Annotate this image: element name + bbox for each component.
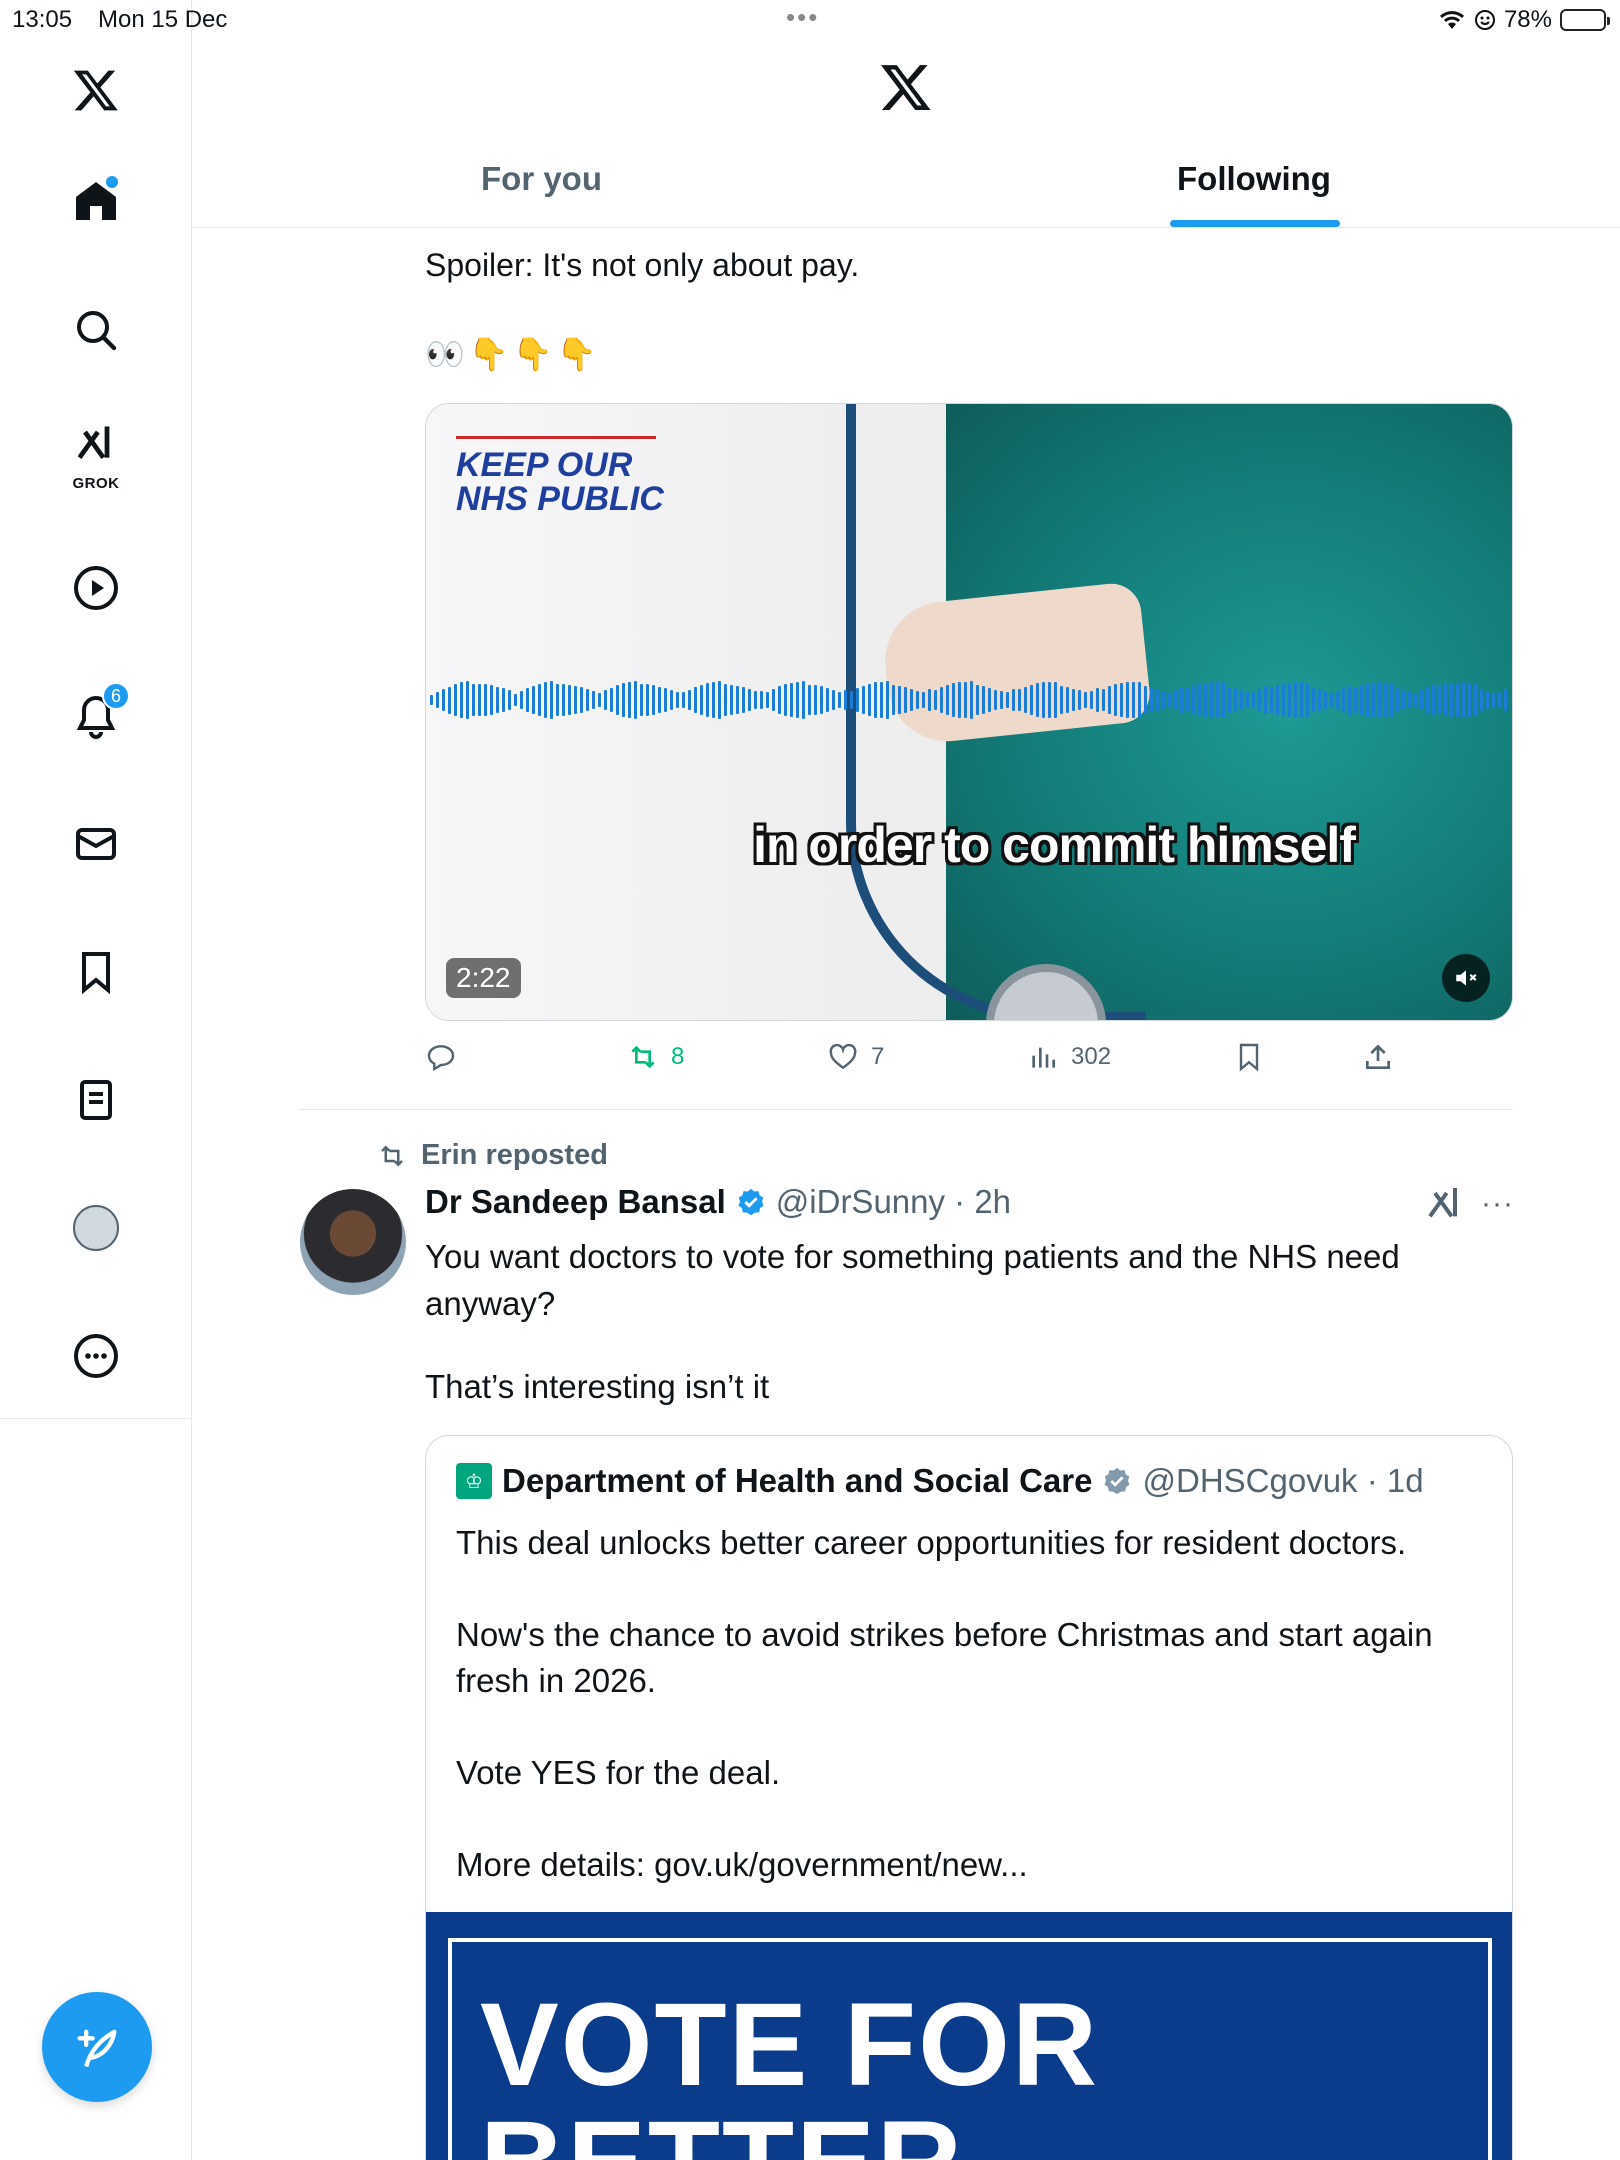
lists-icon[interactable] xyxy=(60,1064,132,1136)
image-headline: VOTE FOR BETTER xyxy=(480,1979,1100,2160)
tweet-text: Spoiler: It's not only about pay. xyxy=(425,247,860,283)
notifications-badge: 6 xyxy=(102,682,130,710)
battery-percent: 78% xyxy=(1503,6,1552,33)
profile-avatar-circle xyxy=(73,1205,119,1251)
tab-for-you[interactable]: For you xyxy=(481,160,602,198)
tweet-author-line: Dr Sandeep Bansal @iDrSunny · 2h xyxy=(425,1183,1011,1221)
views-chart-icon xyxy=(1032,1047,1055,1068)
grok-icon[interactable]: GROK xyxy=(60,414,132,492)
tweet-actions: 8 7 302 xyxy=(425,1041,1425,1081)
sidebar-divider xyxy=(0,1418,192,1419)
share-icon xyxy=(1366,1044,1390,1069)
views-count: 302 xyxy=(1071,1043,1112,1070)
author-avatar[interactable] xyxy=(300,1189,406,1295)
author-name[interactable]: Dr Sandeep Bansal xyxy=(425,1183,726,1221)
grok-label: GROK xyxy=(72,475,120,492)
quoted-author-name: Department of Health and Social Care xyxy=(502,1462,1093,1499)
status-right: 78% xyxy=(1438,6,1610,34)
mute-button[interactable] xyxy=(1442,954,1490,1002)
messages-envelope-icon[interactable] xyxy=(60,808,132,880)
sidebar: GROK 6 xyxy=(0,0,192,2160)
speaker-muted-icon xyxy=(1456,970,1477,986)
quoted-author-line: ♔ Department of Health and Social Care @… xyxy=(456,1462,1424,1500)
views-button[interactable]: 302 xyxy=(1027,1041,1111,1073)
battery-icon xyxy=(1560,9,1610,31)
gov-crown-icon: ♔ xyxy=(456,1463,492,1499)
tab-selected-indicator xyxy=(1170,220,1340,227)
quoted-image[interactable]: VOTE FOR BETTER xyxy=(426,1912,1512,2160)
like-count: 7 xyxy=(871,1043,885,1070)
status-time: 13:05 xyxy=(12,6,73,33)
x-logo-icon[interactable] xyxy=(60,54,132,126)
quoted-text: This deal unlocks better career opportun… xyxy=(456,1520,1496,1934)
audio-waveform xyxy=(430,680,1510,720)
compose-feather-icon xyxy=(77,2029,117,2068)
retweet-icon xyxy=(631,1045,655,1069)
home-unread-dot xyxy=(106,176,118,188)
reposted-by-label: Erin reposted xyxy=(421,1139,608,1171)
video-duration: 2:22 xyxy=(446,958,521,998)
verified-badge-icon xyxy=(738,1188,764,1216)
x-logo-icon[interactable] xyxy=(879,60,933,114)
reply-button[interactable] xyxy=(425,1041,457,1073)
quoted-handle-time: @DHSCgovuk · 1d xyxy=(1142,1462,1424,1499)
quoted-tweet[interactable]: ♔ Department of Health and Social Care @… xyxy=(425,1435,1513,2160)
hand-shape xyxy=(879,580,1153,748)
like-button[interactable]: 7 xyxy=(827,1041,884,1073)
more-options-icon[interactable] xyxy=(60,1320,132,1392)
bookmark-button[interactable] xyxy=(1233,1041,1265,1073)
quoted-paragraph: Vote YES for the deal. xyxy=(456,1754,781,1791)
timeline[interactable]: Spoiler: It's not only about pay. 👀👇👇👇 K… xyxy=(193,229,1620,2160)
tweet-emoji: 👀👇👇👇 xyxy=(425,336,601,372)
share-button[interactable] xyxy=(1362,1041,1394,1073)
multitasking-dots-icon[interactable]: ••• xyxy=(786,2,819,33)
status-date: Mon 15 Dec xyxy=(98,6,228,33)
keep-our-nhs-public-logo: KEEP OUR NHS PUBLIC xyxy=(456,436,664,516)
retweet-count: 8 xyxy=(671,1043,685,1070)
quoted-paragraph[interactable]: More details: gov.uk/government/new... xyxy=(456,1842,1496,1888)
wifi-icon xyxy=(1439,11,1464,29)
video-play-icon[interactable] xyxy=(60,552,132,624)
quoted-paragraph: Now's the chance to avoid strikes before… xyxy=(456,1616,1433,1699)
notifications-bell-icon[interactable]: 6 xyxy=(60,680,132,752)
author-handle-time[interactable]: @iDrSunny · 2h xyxy=(776,1183,1011,1221)
profile-avatar[interactable] xyxy=(60,1192,132,1264)
bookmarks-icon[interactable] xyxy=(60,936,132,1008)
video-caption: in order to commit himself xyxy=(753,817,1356,873)
compose-post-button[interactable] xyxy=(42,1992,152,2102)
grok-explain-icon[interactable] xyxy=(1425,1183,1465,1223)
tweet-video[interactable]: KEEP OUR NHS PUBLIC in order to commit h… xyxy=(425,403,1513,1021)
tweet-text: You want doctors to vote for something p… xyxy=(425,1233,1495,1410)
heart-icon xyxy=(829,1043,857,1070)
verified-gray-badge-icon xyxy=(1104,1467,1130,1495)
bookmark-icon xyxy=(1239,1043,1259,1072)
retweet-icon xyxy=(381,1144,403,1167)
reply-icon xyxy=(427,1045,455,1072)
tweet-divider xyxy=(299,1109,1513,1110)
retweet-button[interactable]: 8 xyxy=(627,1041,684,1073)
tweet-text-line: That’s interesting isn’t it xyxy=(425,1368,770,1405)
focus-icon xyxy=(1474,10,1495,30)
search-icon[interactable] xyxy=(60,294,132,366)
tweet-more-icon[interactable]: ··· xyxy=(1481,1187,1514,1221)
repost-context[interactable]: Erin reposted xyxy=(377,1139,608,1172)
tab-following[interactable]: Following xyxy=(1177,160,1331,198)
status-bar: 13:05 Mon 15 Dec ••• 78% xyxy=(0,0,1620,40)
home-icon[interactable] xyxy=(60,166,132,238)
quoted-paragraph: This deal unlocks better career opportun… xyxy=(456,1524,1407,1561)
tweet-text-line: You want doctors to vote for something p… xyxy=(425,1238,1400,1322)
